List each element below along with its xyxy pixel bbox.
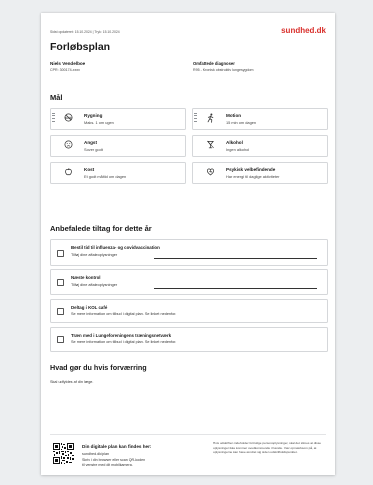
wellbeing-icon (206, 167, 215, 178)
goal-subtitle: Har energi til daglige aktiviteter (226, 174, 280, 179)
goal-title: Kost (84, 167, 95, 172)
goal-subtitle: Maks. 1 om ugen (84, 120, 114, 125)
goal-card-psykisk: Psykisk velbefindende Har energi til dag… (192, 162, 328, 184)
worry-icon (64, 140, 73, 151)
recommendation-checkbox[interactable] (57, 308, 64, 315)
recommendation-subtitle: Tilføj dine aftaleoplysninger (71, 253, 118, 257)
qr-code (53, 443, 74, 464)
goal-card-alkohol: Alkohol Ingen alkohol (192, 135, 328, 157)
digital-plan-description: Skriv i din browser eller scan QR-koden … (82, 458, 182, 468)
scale-bar-icon (193, 111, 197, 127)
recommendation-title: Deltag i KOL café (71, 305, 108, 310)
page-title: Forløbsplan (50, 41, 111, 53)
scale-bar-icon (51, 111, 55, 127)
recommendation-title: Næste kontrol (71, 275, 101, 280)
recommendations-heading: Anbefalede tiltag for dette år (50, 224, 152, 233)
appointment-fill-line[interactable] (154, 258, 317, 259)
goal-title: Rygning (84, 113, 103, 118)
recommendation-item-vaccination: Bestil tid til influenza- og covidvaccin… (50, 239, 328, 266)
digital-plan-desc-line: til venstre med dit mobilkamera. (82, 463, 133, 467)
recommendation-subtitle: Se mere information om tilbud i digital … (71, 340, 177, 344)
appointment-fill-line[interactable] (154, 288, 317, 289)
footer-divider (50, 434, 326, 435)
digital-plan-url[interactable]: sundhed.dk/plan (82, 452, 109, 456)
recommendation-title: Bestil tid til influenza- og covidvaccin… (71, 245, 160, 250)
goal-title: Motion (226, 113, 242, 118)
goals-grid: Rygning Maks. 1 om ugen Motion 15 min om… (50, 108, 328, 207)
running-icon (206, 113, 215, 124)
privacy-disclaimer: Hvis udskriften indeholder fortrolige pe… (213, 441, 321, 454)
recommendation-subtitle: Se mere information om tilbud i digital … (71, 312, 177, 316)
glass-icon (206, 140, 215, 151)
goal-subtitle: Et godt måltid om dagen (84, 174, 127, 179)
goals-heading: Mål (50, 93, 63, 102)
print-metadata: Sidst opdateret: 15.10.2024 | Tryk: 15.1… (50, 30, 120, 34)
apple-icon (64, 167, 73, 178)
worsening-text: Skal udfyldes af din læge. (50, 380, 94, 384)
digital-plan-title: Din digitale plan kan findes her: (82, 444, 152, 449)
recommendation-item-traening: Træn med i Lungeforeningens træningsnetv… (50, 327, 328, 352)
recommendation-title: Træn med i Lungeforeningens træningsnetv… (71, 333, 172, 338)
no-smoking-icon (64, 113, 73, 124)
goal-card-kost: Kost Et godt måltid om dagen (50, 162, 186, 184)
diagnosis-value: R95 - Kronisk obstruktiv lungesygdom (193, 68, 254, 72)
patient-cpr: CPR: 300174-xxxx (50, 68, 80, 72)
recommendation-item-kontrol: Næste kontrol Tilføj dine aftaleoplysnin… (50, 269, 328, 295)
recommendation-checkbox[interactable] (57, 279, 64, 286)
goal-subtitle: Ingen alkohol (226, 147, 250, 152)
document-page: Sidst opdateret: 15.10.2024 | Tryk: 15.1… (41, 13, 335, 475)
sundhed-logo: sundhed.dk (281, 26, 326, 35)
goal-title: Psykisk velbefindende (226, 167, 276, 172)
recommendation-item-kol-cafe: Deltag i KOL café Se mere information om… (50, 299, 328, 323)
goal-card-rygning: Rygning Maks. 1 om ugen (50, 108, 186, 130)
goal-subtitle: 15 min om dagen (226, 120, 257, 125)
goal-subtitle: Sover godt (84, 147, 103, 152)
goal-title: Alkohol (226, 140, 243, 145)
goal-card-motion: Motion 15 min om dagen (192, 108, 328, 130)
recommendation-subtitle: Tilføj dine aftaleoplysninger (71, 283, 118, 287)
goal-card-angst: Angst Sover godt (50, 135, 186, 157)
patient-name: Niels Vendelboe (50, 61, 86, 66)
worsening-heading: Hvad gør du hvis forværring (50, 363, 147, 372)
goal-title: Angst (84, 140, 98, 145)
recommendation-checkbox[interactable] (57, 336, 64, 343)
diagnosis-label: Omfattede diagnoser (193, 61, 235, 66)
recommendation-checkbox[interactable] (57, 250, 64, 257)
